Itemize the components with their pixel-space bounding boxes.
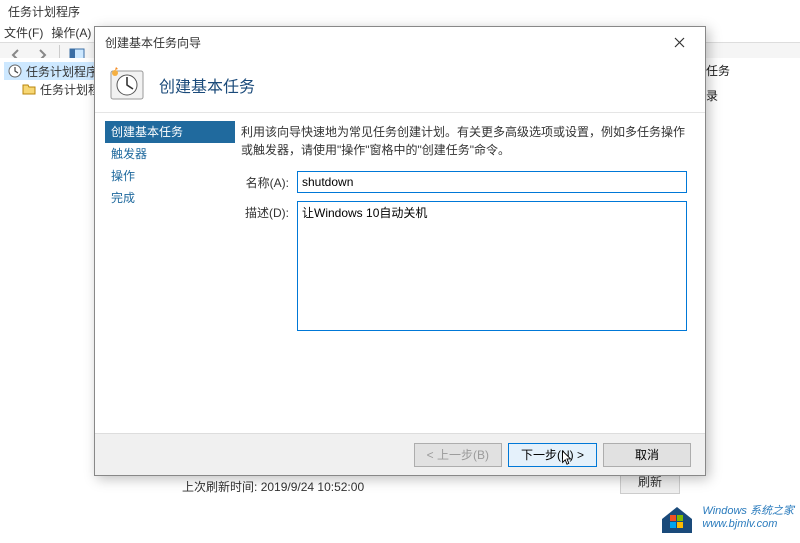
next-button-label: 下一步(N) > [521,448,584,462]
name-input[interactable] [297,171,687,193]
nav-step-finish[interactable]: 完成 [105,187,235,209]
actions-panel: 任务 录 [700,58,800,498]
status-label: 上次刷新时间: [182,480,257,494]
watermark-line2: www.bjmlv.com [702,518,794,531]
wizard-body: 创建基本任务 触发器 操作 完成 利用该向导快速地为常见任务创建计划。有关更多高… [95,113,705,433]
bg-window-title: 任务计划程序 [0,0,800,22]
back-button: < 上一步(B) [414,443,502,467]
wizard-nav: 创建基本任务 触发器 操作 完成 [95,113,235,433]
watermark-line1: Windows 系统之家 [702,505,794,518]
nav-step-create[interactable]: 创建基本任务 [105,121,235,143]
status-value: 2019/9/24 10:52:00 [261,480,364,494]
wizard-titlebar: 创建基本任务向导 [95,27,705,57]
clock-icon [8,64,22,78]
bg-title-text: 任务计划程序 [8,3,80,20]
wizard-header: 创建基本任务 [95,57,705,113]
status-bar: 上次刷新时间: 2019/9/24 10:52:00 [182,478,364,495]
close-icon [674,37,685,48]
create-basic-task-wizard: 创建基本任务向导 创建基本任务 创建基本任务 触发器 操作 完成 利用该向导快速… [94,26,706,476]
wizard-title: 创建基本任务向导 [105,34,659,51]
nav-step-action[interactable]: 操作 [105,165,235,187]
close-button[interactable] [659,30,699,54]
watermark: Windows 系统之家 www.bjmlv.com [658,501,794,535]
nav-step-trigger[interactable]: 触发器 [105,143,235,165]
next-button[interactable]: 下一步(N) > [508,443,597,467]
watermark-text: Windows 系统之家 www.bjmlv.com [702,505,794,531]
menu-file[interactable]: 文件(F) [4,24,43,41]
right-item-task[interactable]: 任务 [700,58,800,83]
right-item-record[interactable]: 录 [700,83,800,108]
wizard-instruction: 利用该向导快速地为常见任务创建计划。有关更多高级选项或设置，例如多任务操作或触发… [241,123,687,159]
name-label: 名称(A): [241,171,297,193]
name-row: 名称(A): [241,171,687,193]
folder-icon [22,82,36,96]
desc-textarea[interactable] [297,201,687,331]
cancel-button[interactable]: 取消 [603,443,691,467]
menu-action[interactable]: 操作(A) [51,24,91,41]
desc-row: 描述(D): [241,201,687,331]
wizard-content: 利用该向导快速地为常见任务创建计划。有关更多高级选项或设置，例如多任务操作或触发… [235,113,705,433]
wizard-header-icon [107,65,147,105]
wizard-header-title: 创建基本任务 [159,73,255,97]
wizard-footer: < 上一步(B) 下一步(N) > 取消 [95,433,705,475]
watermark-logo-icon [658,501,696,535]
desc-label: 描述(D): [241,201,297,331]
